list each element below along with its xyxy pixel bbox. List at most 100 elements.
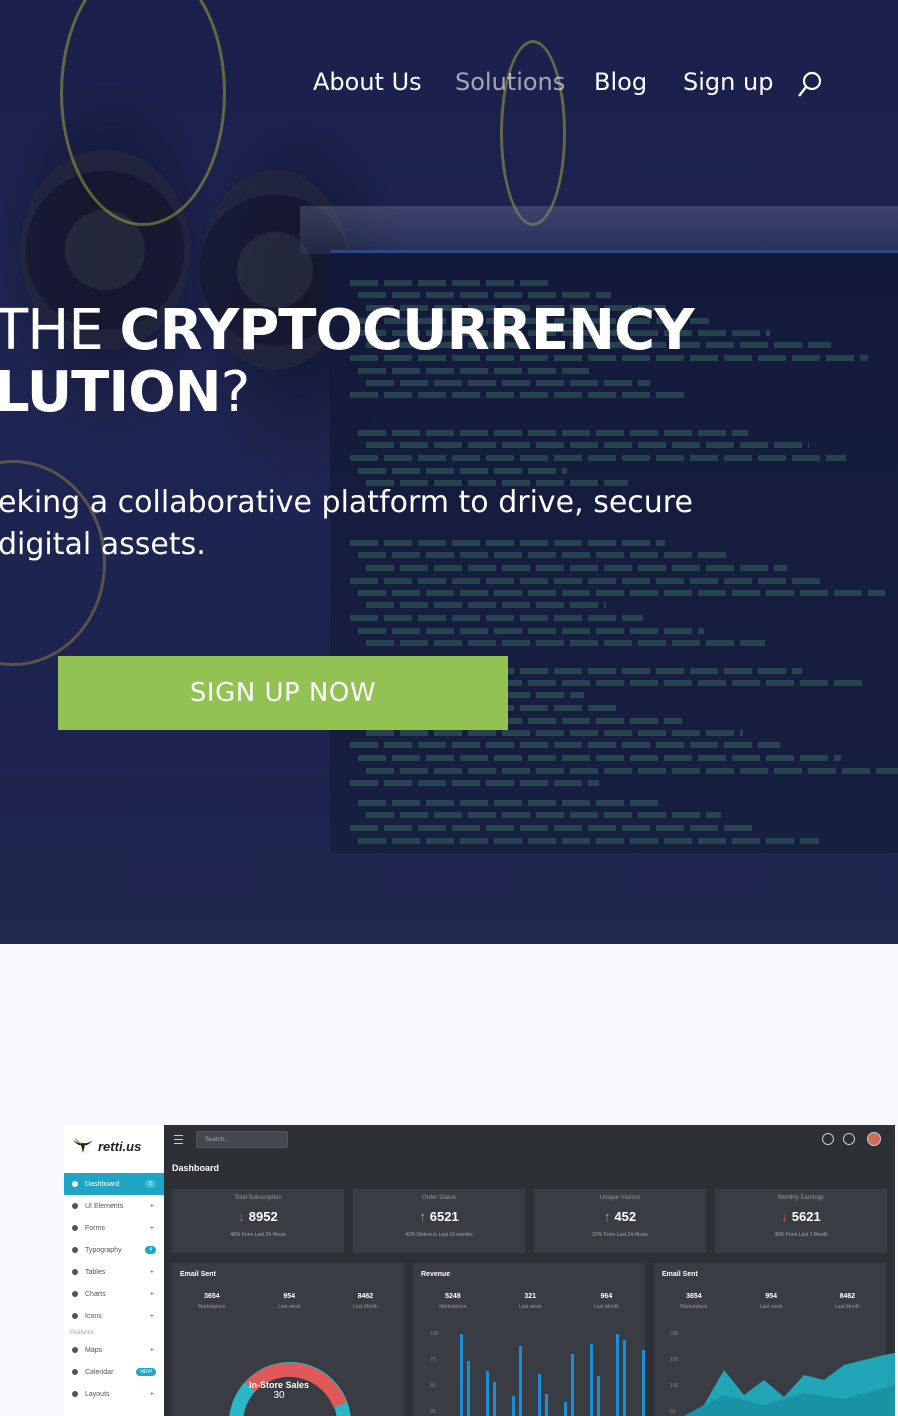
sidebar-item-layouts: Layouts + (64, 1383, 164, 1405)
terminal-line-graphic (358, 430, 748, 436)
sidebar-item-maps: Maps + (64, 1339, 164, 1361)
terminal-line-graphic (366, 602, 606, 608)
avatar (867, 1132, 881, 1146)
apps-icon (843, 1133, 855, 1145)
menu-icon (72, 1269, 78, 1275)
stat-subtext: 22% From Last 24 Hours (592, 1232, 648, 1238)
revenue-bar (571, 1354, 574, 1416)
sidebar-item-label: UI Elements (85, 1202, 124, 1210)
card-title: Email Sent (662, 1271, 698, 1278)
sidebar-item-charts: Charts + (64, 1283, 164, 1305)
terminal-line-graphic (358, 628, 704, 634)
card-metric: 5248 Marketplace (439, 1293, 467, 1310)
terminal-line-graphic (358, 468, 567, 474)
card-metric-label: Last week (759, 1304, 783, 1310)
sidebar-item-label: Typography (85, 1246, 122, 1254)
card-title: Revenue (421, 1271, 451, 1278)
logo-text: retti.us (98, 1138, 142, 1154)
expand-icon: + (149, 1202, 154, 1210)
sidebar-item-label: Charts (85, 1290, 106, 1298)
revenue-bar-chart: 100 75 50 25 (430, 1331, 645, 1416)
terminal-line-graphic (350, 615, 643, 621)
card-metric-label: Marketplace (198, 1304, 226, 1310)
stat-card: Unique Visitors ↑ 452 22% From Last 24 Hour… (534, 1189, 706, 1253)
menu-icon (72, 1347, 78, 1353)
stat-title: Monthly Earnings (777, 1195, 825, 1201)
stat-subtext: 35% From Last 1 Month (774, 1232, 828, 1238)
sidebar-item-ui-elements: UI Elements + (64, 1195, 164, 1217)
nav-blog[interactable]: Blog (594, 68, 647, 100)
axis-tick-label: 50 (430, 1383, 436, 1389)
sidebar-item-dashboard: Dashboard 5 (64, 1173, 164, 1195)
card-metric-label: Last Month (353, 1304, 378, 1310)
dashboard-preview-image: retti.us Dashboard 5 UI Elements + Forms + Typ… (64, 1125, 895, 1416)
stat-value: ↑ 6521 (419, 1209, 459, 1224)
expand-icon: + (149, 1312, 154, 1320)
sidebar-item-label: Tables (85, 1268, 106, 1276)
dashboard-sidebar: retti.us Dashboard 5 UI Elements + Forms + Typ… (64, 1125, 164, 1416)
card-title: Email Sent (180, 1271, 216, 1278)
hero-section: About Us Solutions Blog Sign up THE CRYP… (0, 0, 898, 944)
expand-icon: + (149, 1224, 154, 1232)
monitor-bezel-graphic (300, 206, 898, 254)
arrow-down-icon: ↓ (781, 1209, 788, 1224)
arrow-up-icon: ↑ (603, 1209, 611, 1224)
card-metric-label: Marketplace (439, 1304, 467, 1310)
menu-icon (72, 1391, 78, 1397)
sidebar-item-typography: Typography 4 (64, 1239, 164, 1261)
stat-subtext: 48% From Last 24 Hours (230, 1232, 286, 1238)
terminal-line-graphic (366, 768, 898, 774)
stat-value: ↓ 8952 (238, 1209, 278, 1224)
sign-up-now-button[interactable]: SIGN UP NOW (58, 656, 508, 730)
card-metric-label: Last Month (835, 1304, 860, 1310)
hero-subtext: eking a collaborative platform to drive,… (0, 485, 693, 562)
hero-headline: THE CRYPTOCURRENCY LUTION? (0, 300, 695, 424)
stat-card: Total Subscription ↓ 8952 48% From Last 24 … (172, 1189, 344, 1253)
sidebar-item-label: Calendar (85, 1368, 114, 1376)
stat-value: ↑ 452 (603, 1209, 637, 1224)
arrow-up-icon: ↑ (419, 1209, 426, 1224)
search-icon[interactable] (797, 70, 823, 98)
terminal-line-graphic (366, 812, 721, 818)
axis-tick-label: 100 (430, 1331, 439, 1337)
card-metric: 954 Last week (759, 1293, 783, 1310)
revenue-bar (467, 1361, 470, 1416)
revenue-bar (590, 1344, 593, 1416)
nav-about-us[interactable]: About Us (313, 68, 422, 100)
stat-title: Total Subscription (234, 1195, 282, 1201)
revenue-bar (460, 1334, 463, 1416)
menu-badge: NEW (136, 1368, 156, 1376)
terminal-line-graphic (350, 780, 599, 786)
menu-icon (72, 1313, 78, 1319)
terminal-line-graphic (350, 578, 824, 584)
sidebar-section-label: Features (70, 1330, 94, 1336)
sidebar-item-label: Dashboard (85, 1180, 120, 1188)
arrow-down-icon: ↓ (238, 1209, 245, 1224)
nav-sign-up[interactable]: Sign up (683, 68, 773, 100)
expand-icon: + (149, 1268, 154, 1276)
donut-label: In-Store Sales 30 (244, 1380, 314, 1401)
terminal-line-graphic (358, 590, 885, 596)
menu-icon (72, 1181, 78, 1187)
sidebar-item-label: Layouts (85, 1390, 110, 1398)
sidebar-item-icons: Icons + (64, 1305, 164, 1327)
revenue-bar (538, 1374, 541, 1416)
dashboard-search-input: Search... (196, 1131, 288, 1148)
revenue-bar (493, 1382, 496, 1416)
nav-solutions[interactable]: Solutions (455, 68, 565, 100)
expand-icon: + (149, 1390, 154, 1398)
card-metric-label: Marketplace (680, 1304, 708, 1310)
sidebar-item-calendar: Calendar NEW (64, 1361, 164, 1383)
card-metric-label: Last week (518, 1304, 542, 1310)
terminal-line-graphic (358, 838, 819, 844)
revenue-bar (564, 1402, 567, 1416)
donut-label-text: In-Store Sales (248, 1380, 310, 1390)
sidebar-item-label: Maps (85, 1346, 103, 1354)
card-metric: 3654 Marketplace (680, 1293, 708, 1310)
menu-icon (72, 1225, 78, 1231)
card-metric-label: Last week (277, 1304, 301, 1310)
menu-icon (72, 1291, 78, 1297)
terminal-line-graphic (350, 825, 758, 831)
menu-icon (72, 1203, 78, 1209)
revenue-bar (519, 1346, 522, 1416)
